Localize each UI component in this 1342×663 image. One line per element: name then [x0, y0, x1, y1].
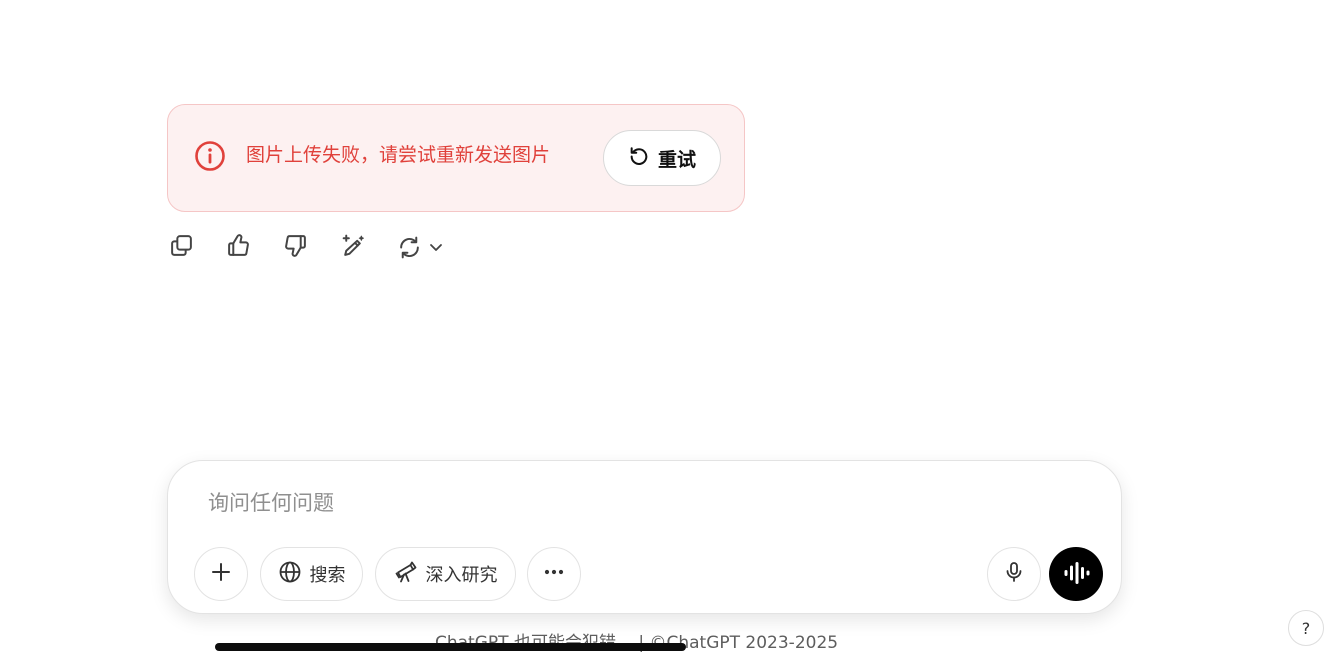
help-button[interactable]: ? [1288, 610, 1324, 646]
retry-icon [628, 145, 650, 171]
thumbs-down-icon [283, 233, 308, 262]
composer: 搜索 深入研究 [167, 460, 1122, 614]
edit-button[interactable] [337, 232, 367, 262]
more-tools-button[interactable] [527, 547, 581, 601]
thumbs-up-button[interactable] [223, 232, 253, 262]
voice-mode-button[interactable] [1049, 547, 1103, 601]
deep-research-button[interactable]: 深入研究 [375, 547, 516, 601]
upload-error-banner: 图片上传失败，请尝试重新发送图片 重试 [167, 104, 745, 212]
plus-icon [209, 560, 233, 588]
chat-page: 图片上传失败，请尝试重新发送图片 重试 询问任何问题 搜索 深入研究 ©Chat… [0, 0, 1342, 663]
regenerate-icon [394, 232, 424, 262]
error-message: 图片上传失败，请尝试重新发送图片 [246, 144, 551, 166]
search-button[interactable]: 搜索 [260, 547, 363, 601]
search-label: 搜索 [309, 565, 346, 586]
mic-icon [1002, 560, 1026, 588]
copy-icon [169, 233, 194, 262]
globe-icon [278, 560, 302, 588]
retry-button[interactable]: 重试 [603, 130, 721, 186]
prompt-input[interactable] [208, 485, 1068, 521]
thumbs-down-button[interactable] [280, 232, 310, 262]
deep-research-label: 深入研究 [425, 565, 498, 586]
chevron-down-icon [428, 239, 444, 255]
retry-label: 重试 [657, 148, 696, 171]
message-actions [166, 232, 444, 262]
thumbs-up-icon [226, 233, 251, 262]
copy-button[interactable] [166, 232, 196, 262]
telescope-icon [394, 560, 418, 588]
more-icon [542, 560, 566, 588]
edit-icon [340, 233, 365, 262]
add-attachment-button[interactable] [194, 547, 248, 601]
alert-circle-icon [194, 140, 226, 172]
voice-wave-icon [1061, 558, 1091, 591]
home-indicator [215, 643, 686, 651]
regenerate-button[interactable] [394, 232, 444, 262]
dictate-button[interactable] [987, 547, 1041, 601]
